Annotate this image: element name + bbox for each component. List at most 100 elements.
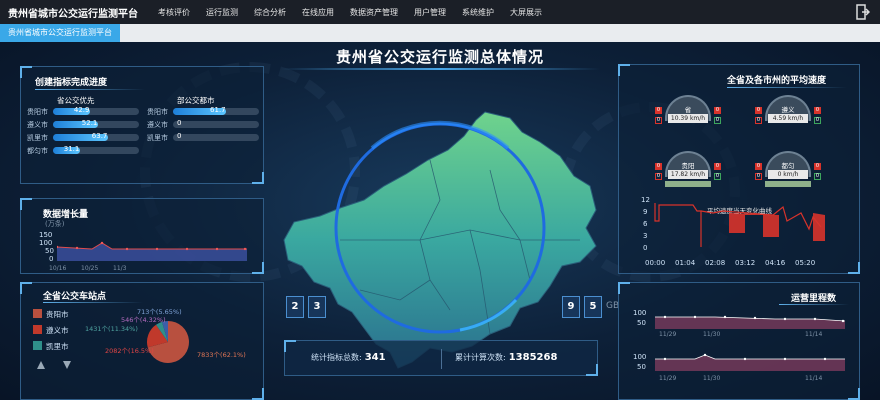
speed-gauge-zunyi: 遵义 4.59 km/h 0 0 0 0	[755, 95, 821, 135]
counter-digit: 9	[562, 296, 580, 318]
mileage-panel: 运营里程数 100 50 11/29 11/30 11/14 100 50 11…	[618, 282, 860, 400]
mileage-x-tick: 11/14	[805, 375, 823, 382]
growth-x-tick: 10/16	[49, 265, 67, 272]
nav-menu: 考核评价 运行监测 综合分析 在线应用 数据资产管理 用户管理 系统维护 大屏展…	[150, 7, 550, 18]
speed-y-tick: 6	[643, 220, 648, 228]
legend-zun[interactable]: 遵义市	[33, 325, 69, 336]
counter-digit: 3	[308, 296, 326, 318]
nav-item-maintenance[interactable]: 系统维护	[454, 7, 502, 18]
app-title: 贵州省城市公交运行监测平台	[8, 8, 138, 20]
title-underline	[43, 302, 143, 303]
title-underline	[779, 304, 849, 305]
speed-y-tick: 9	[643, 208, 648, 216]
speed-gauge-duyun: 都匀 0 km/h 0 0 0 0	[755, 151, 821, 191]
speed-x-tick: 02:08	[705, 259, 726, 267]
speed-gauge-province: 省 10.39 km/h 0 0 0 0	[655, 95, 721, 135]
nav-item-monitoring[interactable]: 运行监测	[198, 7, 246, 18]
mileage-x-tick: 11/29	[659, 375, 677, 382]
growth-x-tick: 10/25	[81, 265, 99, 272]
nav-item-analysis[interactable]: 综合分析	[246, 7, 294, 18]
growth-y-tick: 0	[49, 255, 54, 263]
legend-gui[interactable]: 贵阳市	[33, 309, 69, 320]
title-underline	[727, 87, 847, 88]
speed-x-tick: 00:00	[645, 259, 666, 267]
logout-icon[interactable]	[856, 4, 870, 20]
stats-divider	[441, 349, 442, 369]
progress-city-label: 遵义市	[147, 121, 168, 129]
mileage-bottom-chart	[655, 353, 845, 371]
nav-item-assessment[interactable]: 考核评价	[150, 7, 198, 18]
progress-value: 42.9	[73, 106, 90, 114]
dashboard-title: 贵州省公交运行监测总体情况	[335, 48, 544, 66]
mileage-y-tick: 100	[633, 353, 647, 361]
speed-x-tick: 03:12	[735, 259, 756, 267]
completion-title: 创建指标完成进度	[35, 78, 108, 88]
progress-row: 贵阳市 61.7	[147, 106, 261, 116]
progress-city-label: 凯里市	[27, 134, 48, 142]
progress-row: 凯里市 63.7	[27, 132, 141, 142]
speed-panel: 全省及各市州的平均速度 省 10.39 km/h 0 0 0 0 遵义 4.59…	[618, 64, 860, 274]
left-column-header: 省公交优先	[57, 96, 95, 105]
nav-item-users[interactable]: 用户管理	[406, 7, 454, 18]
mileage-x-tick: 11/29	[659, 331, 677, 338]
progress-city-label: 贵阳市	[147, 108, 168, 116]
progress-track	[53, 108, 139, 115]
progress-city-label: 贵阳市	[27, 108, 48, 116]
stations-pie-chart	[147, 321, 189, 363]
stations-panel: 全省公交车站点 贵阳市 遵义市 凯里市 713个(5.65%) 546个(4.3…	[20, 282, 264, 400]
growth-y-tick: 100	[39, 239, 53, 247]
growth-y-tick: 150	[39, 231, 53, 239]
pie-label: 7833个(62.1%)	[197, 351, 246, 359]
nav-item-data-assets[interactable]: 数据资产管理	[342, 7, 406, 18]
speed-title: 全省及各市州的平均速度	[727, 76, 827, 86]
progress-value: 61.7	[210, 106, 226, 114]
speed-y-tick: 12	[641, 196, 650, 204]
counter-digit: 5	[584, 296, 602, 318]
speed-y-tick: 3	[643, 232, 648, 240]
mileage-title: 运营里程数	[791, 294, 837, 304]
speed-line-chart	[654, 203, 825, 247]
title-underline	[35, 89, 145, 90]
speed-x-tick: 01:04	[675, 259, 696, 267]
counter-digit: 2	[286, 296, 304, 318]
progress-value: 63.7	[91, 132, 108, 140]
growth-panel: 数据增长量 (万条) 150 100 50 0 10/16 10/25 11/3	[20, 198, 264, 274]
progress-row: 遵义市 52.1	[27, 119, 141, 129]
compute-total: 累计计算次数: 1385268	[455, 352, 558, 363]
growth-y-tick: 50	[45, 247, 54, 255]
progress-value: 0	[177, 132, 182, 140]
progress-row: 遵义市 0	[147, 119, 261, 129]
progress-value: 52.1	[81, 119, 98, 127]
mileage-x-tick: 11/14	[805, 331, 823, 338]
mileage-y-tick: 50	[637, 363, 646, 371]
growth-unit: (万条)	[45, 220, 65, 228]
nav-item-online-apps[interactable]: 在线应用	[294, 7, 342, 18]
tab-bar: 贵州省城市公交运行监测平台	[0, 24, 880, 42]
right-column-header: 部公交都市	[177, 96, 215, 105]
progress-city-label: 都匀市	[27, 147, 48, 155]
tab-dashboard[interactable]: 贵州省城市公交运行监测平台	[0, 24, 120, 42]
progress-row: 都匀市 31.1	[27, 145, 141, 155]
speed-gauge-guiyang: 贵阳 17.82 km/h 0 0 0 0	[655, 151, 721, 191]
speed-x-tick: 05:20	[795, 259, 816, 267]
nav-item-big-screen[interactable]: 大屏展示	[502, 7, 550, 18]
speed-x-tick: 04:16	[765, 259, 786, 267]
progress-row: 贵阳市 42.9	[27, 106, 141, 116]
mileage-x-tick: 11/30	[703, 375, 721, 382]
growth-x-tick: 11/3	[113, 265, 127, 272]
legend-kai[interactable]: 凯里市	[33, 341, 69, 352]
progress-city-label: 凯里市	[147, 134, 168, 142]
mileage-x-tick: 11/30	[703, 331, 721, 338]
legend-nav-arrows[interactable]	[35, 359, 75, 371]
speed-y-tick: 0	[643, 244, 648, 252]
pie-label: 2082个(16.5%)	[105, 347, 154, 355]
title-divider	[280, 68, 600, 70]
dashboard: 贵州省公交运行监测总体情况 创建指标完成进度 省公交优先 部公交都市 贵阳市 42…	[0, 42, 880, 400]
progress-value: 0	[177, 119, 182, 127]
stations-title: 全省公交车站点	[43, 292, 107, 302]
progress-row: 凯里市 0	[147, 132, 261, 142]
mileage-top-chart	[655, 315, 845, 329]
mileage-y-tick: 100	[633, 309, 647, 317]
progress-city-label: 遵义市	[27, 121, 48, 129]
progress-track	[173, 134, 259, 141]
